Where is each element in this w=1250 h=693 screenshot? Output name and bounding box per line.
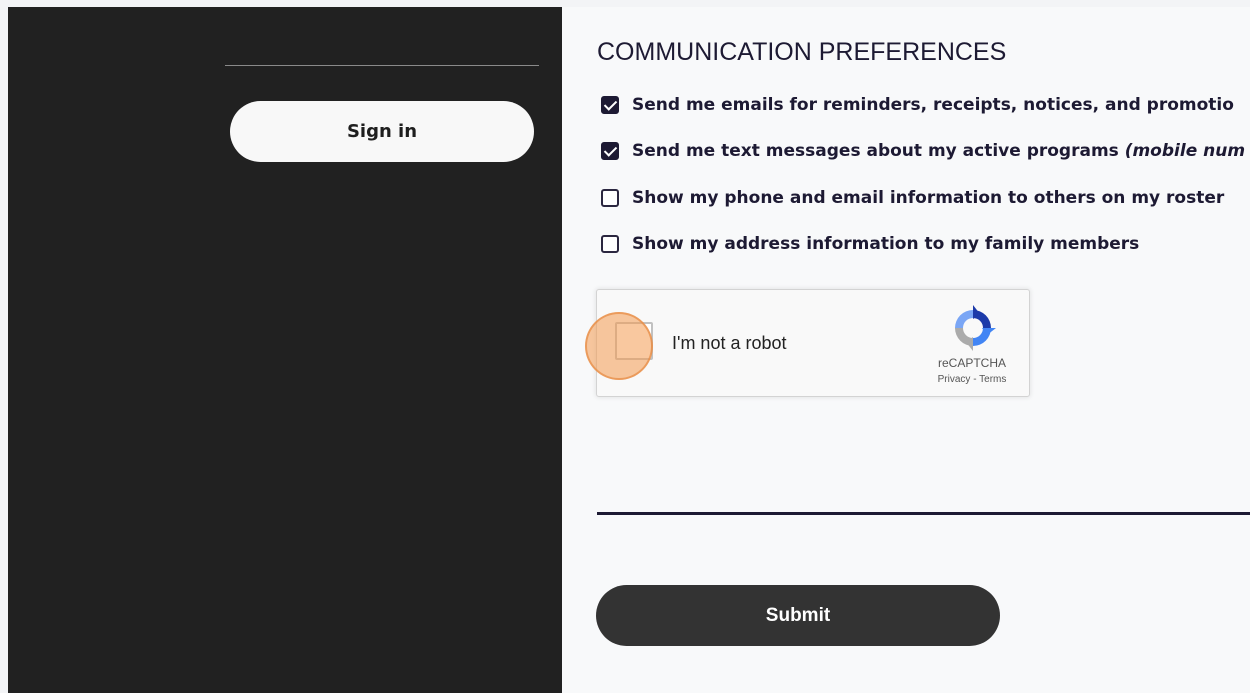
email-preference-checkbox[interactable]	[601, 96, 619, 114]
page-frame: Sign in COMMUNICATION PREFERENCES Send m…	[8, 7, 1250, 693]
recaptcha-brand: reCAPTCHA	[937, 356, 1006, 370]
left-panel: Sign in	[8, 7, 562, 693]
links-separator: -	[970, 374, 980, 385]
family-address-checkbox[interactable]	[601, 235, 619, 253]
submit-button[interactable]: Submit	[596, 585, 1000, 646]
sms-preference-label-note: (mobile num	[1124, 141, 1246, 161]
family-address-option[interactable]: Show my address information to my family…	[601, 233, 1139, 255]
terms-link[interactable]: Terms	[979, 374, 1006, 385]
recaptcha-logo-icon	[955, 305, 996, 351]
roster-visibility-option[interactable]: Show my phone and email information to o…	[601, 187, 1224, 209]
recaptcha-label: I'm not a robot	[672, 333, 787, 353]
privacy-link[interactable]: Privacy	[938, 374, 971, 385]
sign-in-button[interactable]: Sign in	[230, 101, 534, 162]
sms-preference-option[interactable]: Send me text messages about my active pr…	[601, 140, 1245, 162]
recaptcha-checkbox[interactable]	[615, 322, 653, 360]
left-divider	[225, 65, 539, 66]
family-address-label: Show my address information to my family…	[632, 234, 1140, 254]
section-title: COMMUNICATION PREFERENCES	[597, 38, 1007, 66]
sms-preference-checkbox[interactable]	[601, 142, 619, 160]
communication-preferences-panel: COMMUNICATION PREFERENCES Send me emails…	[562, 7, 1250, 693]
roster-visibility-label: Show my phone and email information to o…	[632, 188, 1225, 208]
roster-visibility-checkbox[interactable]	[601, 189, 619, 207]
sms-preference-label-text: Send me text messages about my active pr…	[632, 141, 1125, 161]
email-preference-label: Send me emails for reminders, receipts, …	[632, 95, 1234, 115]
recaptcha-links: Privacy - Terms	[917, 374, 1027, 385]
form-divider	[597, 512, 1250, 515]
email-preference-option[interactable]: Send me emails for reminders, receipts, …	[601, 94, 1234, 116]
sms-preference-label: Send me text messages about my active pr…	[632, 141, 1245, 161]
recaptcha-widget: I'm not a robot reCAPTCHA Privacy - Term…	[585, 289, 1030, 397]
